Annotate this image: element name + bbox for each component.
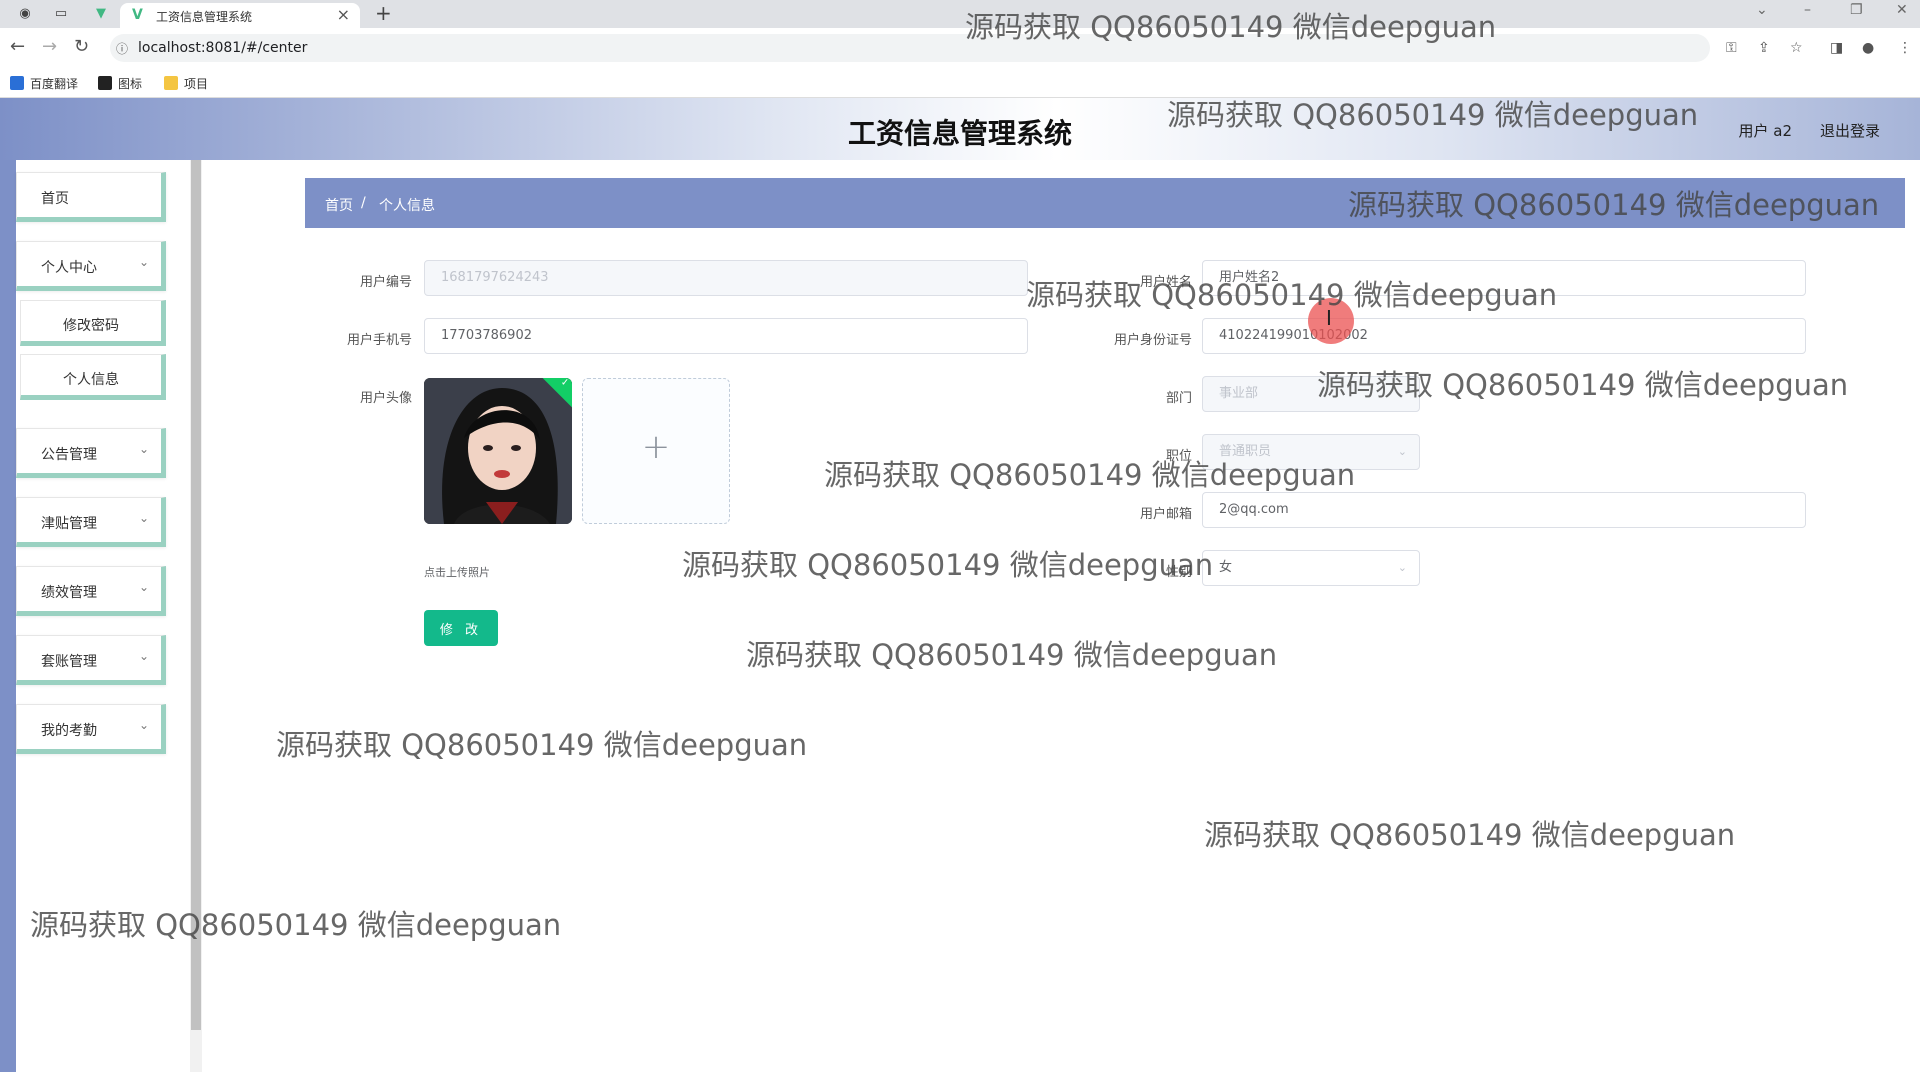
- app-title: 工资信息管理系统: [847, 117, 1072, 150]
- avatar-upload-button[interactable]: +: [582, 378, 730, 524]
- avatar-label: 用户头像: [359, 391, 412, 406]
- bookmark-project[interactable]: 项目: [164, 75, 208, 92]
- avatar-image[interactable]: ✓: [424, 378, 572, 524]
- vue-logo-icon: V: [132, 7, 143, 23]
- sidebar-item-personal-info[interactable]: 个人信息: [20, 354, 166, 400]
- breadcrumb-separator: /: [361, 195, 366, 211]
- bookmarks-bar: 百度翻译 图标 项目: [0, 68, 1920, 98]
- idcard-field[interactable]: 410224199010102002: [1202, 318, 1806, 354]
- tab-title: 工资信息管理系统: [156, 10, 253, 24]
- back-icon[interactable]: ←: [10, 36, 25, 57]
- position-select[interactable]: 普通职员 ⌄: [1202, 434, 1420, 470]
- profile-icon[interactable]: ●: [1862, 40, 1874, 56]
- user-no-label: 用户编号: [359, 275, 412, 290]
- sidebar-item-label: 个人中心: [41, 260, 97, 276]
- app-header: 工资信息管理系统 用户 a2 退出登录: [0, 98, 1920, 160]
- sidebar-item-attendance[interactable]: 我的考勤 ⌄: [16, 704, 166, 754]
- chevron-down-icon: ⌄: [1397, 445, 1407, 458]
- user-no-field[interactable]: 1681797624243: [424, 260, 1028, 296]
- sidebar-item-personal-center[interactable]: 个人中心 ⌄: [16, 241, 166, 291]
- folder-icon: [164, 76, 178, 90]
- site-info-icon[interactable]: ⓘ: [116, 40, 128, 57]
- idcard-label: 用户身份证号: [1113, 333, 1192, 348]
- email-field[interactable]: 2@qq.com: [1202, 492, 1806, 528]
- breadcrumb: 首页 / 个人信息: [305, 178, 1905, 228]
- sidebar: [16, 160, 186, 1072]
- chevron-down-icon: ⌄: [138, 442, 149, 456]
- upload-tip: 点击上传照片: [424, 566, 490, 579]
- key-icon[interactable]: ⚿: [1726, 40, 1737, 56]
- chevron-down-icon[interactable]: ⌄: [1756, 2, 1768, 18]
- chevron-down-icon: ⌄: [138, 649, 149, 663]
- user-name-label: 用户姓名: [1139, 275, 1192, 290]
- forward-icon[interactable]: →: [42, 36, 57, 57]
- user-name-field[interactable]: 用户姓名2: [1202, 260, 1806, 296]
- chevron-down-icon: ⌄: [1397, 561, 1407, 574]
- email-label: 用户邮箱: [1139, 507, 1192, 522]
- position-label: 职位: [1165, 449, 1192, 464]
- sidebar-item-home[interactable]: 首页: [16, 172, 166, 222]
- watermark: 源码获取 QQ86050149 微信deepguan: [276, 728, 808, 762]
- avatar-photo: [424, 378, 572, 524]
- browser-tab-strip: ◉ ▭ ▼ V 工资信息管理系统 × + ⌄ – ❐ ✕: [0, 0, 1920, 28]
- sidebar-item-label: 修改密码: [63, 318, 119, 334]
- image-icon: [98, 76, 112, 90]
- gender-select[interactable]: 女 ⌄: [1202, 550, 1420, 586]
- address-bar-row: ← → ↻ localhost:8081/#/center ⓘ ⚿ ⇪ ☆ ◨ …: [0, 28, 1920, 68]
- chevron-down-icon: ⌄: [138, 255, 149, 269]
- sidebar-item-allowance[interactable]: 津贴管理 ⌄: [16, 497, 166, 547]
- browser-menu-icon[interactable]: ◉: [16, 5, 34, 23]
- close-window-icon[interactable]: ✕: [1896, 2, 1908, 18]
- check-icon: ✓: [560, 378, 570, 389]
- chevron-down-icon: ⌄: [138, 580, 149, 594]
- bookmark-baidu-translate[interactable]: 百度翻译: [10, 75, 78, 92]
- vue-tab-icon[interactable]: ▼: [92, 5, 110, 23]
- chevron-down-icon: ⌄: [138, 718, 149, 732]
- breadcrumb-current: 个人信息: [379, 198, 435, 214]
- sidebar-scroll-thumb[interactable]: [191, 160, 201, 1030]
- share-icon[interactable]: ⇪: [1758, 40, 1770, 56]
- position-value: 普通职员: [1219, 444, 1272, 459]
- gender-label: 性别: [1165, 565, 1192, 580]
- close-tab-icon[interactable]: ×: [337, 5, 350, 24]
- logout-link[interactable]: 退出登录: [1820, 120, 1880, 141]
- current-user: 用户 a2: [1738, 122, 1792, 140]
- tab-page-icon[interactable]: ▭: [52, 5, 70, 23]
- reload-icon[interactable]: ↻: [74, 36, 89, 57]
- phone-label: 用户手机号: [346, 333, 412, 348]
- watermark: 源码获取 QQ86050149 微信deepguan: [1204, 818, 1736, 852]
- gender-value: 女: [1219, 560, 1233, 575]
- sidebar-item-label: 公告管理: [41, 447, 97, 463]
- sidepanel-icon[interactable]: ◨: [1830, 40, 1843, 56]
- bookmark-icons[interactable]: 图标: [98, 75, 142, 92]
- sidebar-item-label: 津贴管理: [41, 516, 97, 532]
- chevron-down-icon: ⌄: [138, 511, 149, 525]
- sidebar-item-label: 套账管理: [41, 654, 97, 670]
- sidebar-item-label: 首页: [41, 191, 69, 207]
- sidebar-item-accounts[interactable]: 套账管理 ⌄: [16, 635, 166, 685]
- sidebar-item-change-password[interactable]: 修改密码: [20, 300, 166, 346]
- submit-button[interactable]: 修 改: [424, 610, 498, 646]
- minimize-icon[interactable]: –: [1804, 2, 1811, 18]
- sidebar-item-label: 个人信息: [63, 372, 119, 388]
- dept-field[interactable]: 事业部: [1202, 376, 1420, 412]
- translate-icon: [10, 76, 24, 90]
- sidebar-item-notice[interactable]: 公告管理 ⌄: [16, 428, 166, 478]
- star-icon[interactable]: ☆: [1790, 40, 1803, 56]
- phone-field[interactable]: 17703786902: [424, 318, 1028, 354]
- sidebar-item-label: 绩效管理: [41, 585, 97, 601]
- breadcrumb-home[interactable]: 首页: [325, 195, 353, 215]
- active-tab[interactable]: V 工资信息管理系统 ×: [120, 3, 360, 28]
- watermark: 源码获取 QQ86050149 微信deepguan: [746, 638, 1278, 672]
- sidebar-item-label: 我的考勤: [41, 723, 97, 739]
- plus-icon: +: [641, 427, 671, 467]
- sidebar-item-performance[interactable]: 绩效管理 ⌄: [16, 566, 166, 616]
- url-input[interactable]: localhost:8081/#/center: [110, 34, 1710, 62]
- new-tab-icon[interactable]: +: [375, 1, 392, 25]
- dept-label: 部门: [1165, 391, 1192, 406]
- more-icon[interactable]: ⋮: [1898, 40, 1912, 56]
- restore-icon[interactable]: ❐: [1850, 2, 1863, 18]
- text-cursor-icon: I: [1326, 306, 1332, 330]
